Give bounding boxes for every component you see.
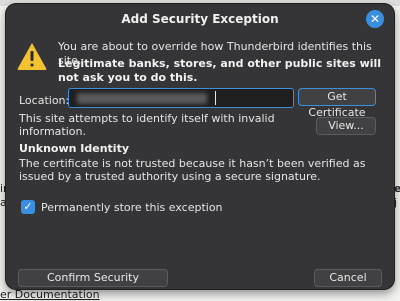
permanent-store-label[interactable]: Permanently store this exception <box>41 201 223 214</box>
dialog-titlebar[interactable]: Add Security Exception ✕ <box>6 4 394 34</box>
text-caret <box>215 91 216 105</box>
legitimate-sites-warning: Legitimate banks, stores, and other publ… <box>58 57 382 84</box>
background-text-fragment: j <box>394 196 398 209</box>
invalid-identity-text: This site attempts to identify itself wi… <box>19 112 275 138</box>
unknown-identity-heading: Unknown Identity <box>19 142 130 155</box>
location-value-redacted <box>77 93 207 104</box>
add-security-exception-dialog: Add Security Exception ✕ You are about t… <box>6 4 394 289</box>
confirm-security-exception-button[interactable]: Confirm Security Exception <box>18 269 168 289</box>
view-certificate-button[interactable]: View... <box>316 117 376 135</box>
dialog-title: Add Security Exception <box>121 12 279 26</box>
close-icon[interactable]: ✕ <box>366 10 384 28</box>
unknown-identity-description: The certificate is not trusted because i… <box>19 157 366 183</box>
location-input[interactable] <box>68 88 294 108</box>
warning-triangle-icon <box>17 43 47 70</box>
get-certificate-button[interactable]: Get Certificate <box>298 88 376 119</box>
permanent-store-checkbox[interactable]: ✓ <box>21 200 35 214</box>
background-text-fragment: ev <box>394 182 400 195</box>
location-label: Location: <box>19 94 70 107</box>
cancel-button[interactable]: Cancel <box>314 269 382 287</box>
background-documentation-link[interactable]: er Documentation <box>0 288 100 301</box>
